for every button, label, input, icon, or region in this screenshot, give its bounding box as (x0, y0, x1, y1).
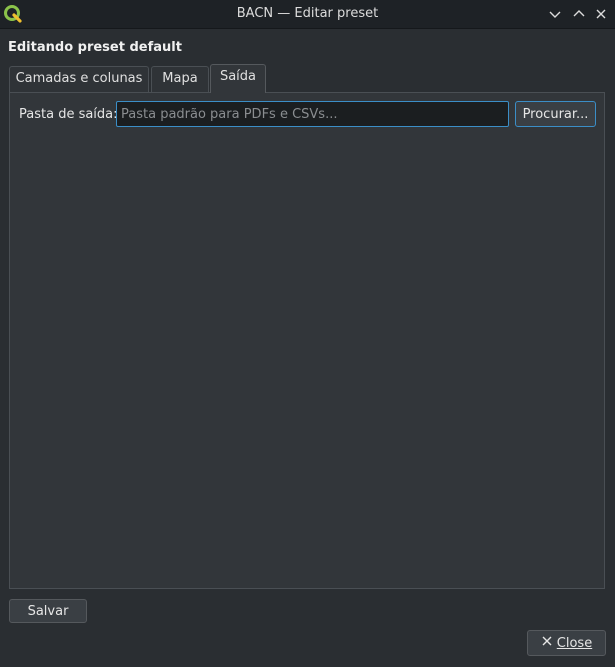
tab-camadas-e-colunas[interactable]: Camadas e colunas (9, 66, 149, 92)
close-button-label: Close (556, 635, 593, 651)
window-title: BACN — Editar preset (236, 6, 379, 21)
output-folder-label: Pasta de saída: (19, 107, 118, 122)
close-icon (541, 635, 553, 651)
browse-button[interactable]: Procurar... (515, 101, 596, 127)
close-button[interactable]: Close (527, 630, 606, 656)
title-bar: BACN — Editar preset (0, 0, 615, 29)
tab-mapa[interactable]: Mapa (151, 66, 209, 92)
close-icon[interactable] (593, 6, 609, 22)
tab-panel-saida: Pasta de saída: Procurar... (9, 92, 605, 589)
chevron-down-icon[interactable] (547, 6, 563, 22)
save-button[interactable]: Salvar (9, 599, 87, 623)
chevron-up-icon[interactable] (571, 6, 587, 22)
output-folder-input[interactable] (116, 101, 509, 127)
page-title: Editando preset default (8, 40, 182, 55)
tab-saida[interactable]: Saída (210, 64, 266, 93)
